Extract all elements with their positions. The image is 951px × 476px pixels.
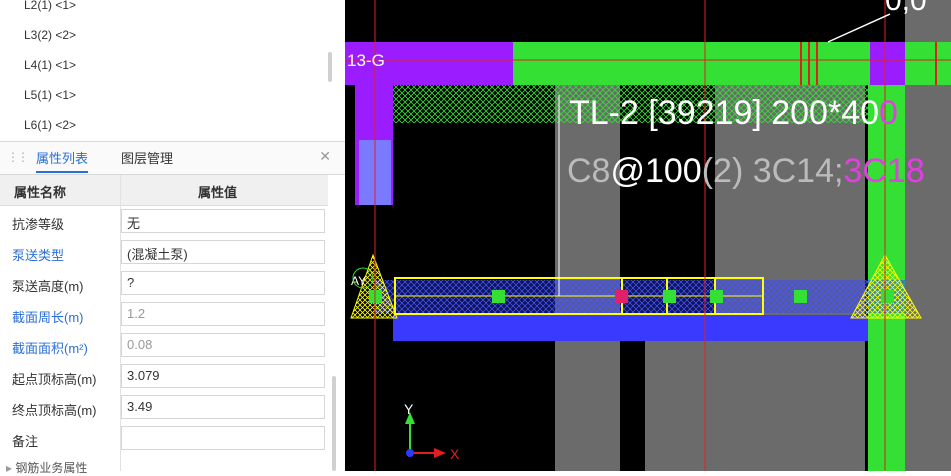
grip-point[interactable] [710, 290, 723, 303]
property-name: 截面面积(m²) [12, 341, 88, 356]
property-row: 泵送高度(m)? [0, 268, 328, 299]
property-value-field[interactable]: ? [121, 271, 325, 295]
property-name: 泵送高度(m) [12, 279, 84, 294]
ucs-axis-icon: Y X [404, 401, 460, 462]
header-property-name: 属性名称 [14, 185, 67, 200]
list-item[interactable]: L2(1) <1> [24, 0, 76, 12]
cad-drawing[interactable]: 13-G TL-2 [39219] 200*400 C8@100(2) 3C14… [345, 0, 951, 471]
tab-layer-management[interactable]: 图层管理 [121, 148, 173, 167]
purple-block [870, 42, 905, 85]
tab-property-list[interactable]: 属性列表 [36, 148, 89, 173]
property-value-field[interactable] [121, 426, 325, 450]
property-row: 终点顶标高(m) 3.49 [0, 392, 328, 423]
property-value-field[interactable]: 1.2 [121, 302, 325, 326]
property-table-header: 属性名称 属性值 [0, 175, 328, 206]
grip-point[interactable] [492, 290, 505, 303]
property-row: 截面周长(m) 1.2 [0, 299, 328, 330]
property-value-field[interactable]: 无 [121, 209, 325, 233]
property-value-field[interactable]: 0.08 [121, 333, 325, 357]
list-item[interactable]: L4(1) <1> [24, 58, 76, 72]
property-name: 截面周长(m) [12, 310, 84, 325]
property-row: 截面面积(m²) 0.08 [0, 330, 328, 361]
grid-label: 13-G [347, 51, 385, 70]
beam-annotation-line2: C8@100(2) 3C14;3C18 [567, 152, 925, 190]
drawing-canvas[interactable]: 13-G TL-2 [39219] 200*400 C8@100(2) 3C14… [345, 0, 951, 471]
property-name: 抗渗等级 [12, 217, 65, 232]
leader-line [827, 13, 891, 43]
panel-tabs: ⋮⋮ 属性列表 图层管理 ✕ [0, 141, 345, 175]
property-name: 起点顶标高(m) [12, 372, 97, 387]
grip-point[interactable] [794, 290, 807, 303]
header-property-value: 属性值 [198, 185, 238, 200]
expand-arrow-icon[interactable]: ▸ [6, 461, 12, 475]
property-row: 泵送类型 (混凝土泵) [0, 237, 328, 268]
beam-annotation-line1: TL-2 [39219] 200*400 [569, 94, 898, 132]
list-scrollbar[interactable] [328, 52, 332, 82]
grip-point[interactable] [881, 290, 894, 303]
property-value-field[interactable]: (混凝土泵) [121, 240, 325, 264]
axis-x-label: X [450, 446, 460, 462]
property-row: 抗渗等级 无 [0, 206, 328, 237]
property-row: 起点顶标高(m) 3.079 [0, 361, 328, 392]
list-item[interactable]: L3(2) <2> [24, 28, 76, 42]
property-group-row[interactable]: ▸ 钢筋业务属性 [6, 459, 87, 476]
property-name: 终点顶标高(m) [12, 403, 97, 418]
column-divider [120, 175, 121, 471]
grip-point[interactable] [663, 290, 676, 303]
grip-point-selected[interactable] [615, 290, 628, 303]
list-item[interactable]: L5(1) <1> [24, 88, 76, 102]
property-name: 备注 [12, 434, 39, 449]
property-name: 泵送类型 [12, 248, 65, 263]
close-icon[interactable]: ✕ [319, 148, 331, 165]
drag-handle-icon[interactable]: ⋮⋮ [7, 150, 29, 164]
blue-slab [393, 315, 868, 341]
left-panel: L2(1) <1> L3(2) <2> L4(1) <1> L5(1) <1> … [0, 0, 346, 475]
corner-coordinate: 0,0 [885, 0, 927, 17]
property-row: 备注 [0, 423, 328, 454]
property-value-field[interactable]: 3.079 [121, 364, 325, 388]
list-item[interactable]: L6(1) <2> [24, 118, 76, 132]
group-label: 钢筋业务属性 [15, 461, 88, 475]
axis-y-label: Y [404, 401, 414, 417]
property-scrollbar[interactable] [332, 376, 336, 471]
property-value-field[interactable]: 3.49 [121, 395, 325, 419]
